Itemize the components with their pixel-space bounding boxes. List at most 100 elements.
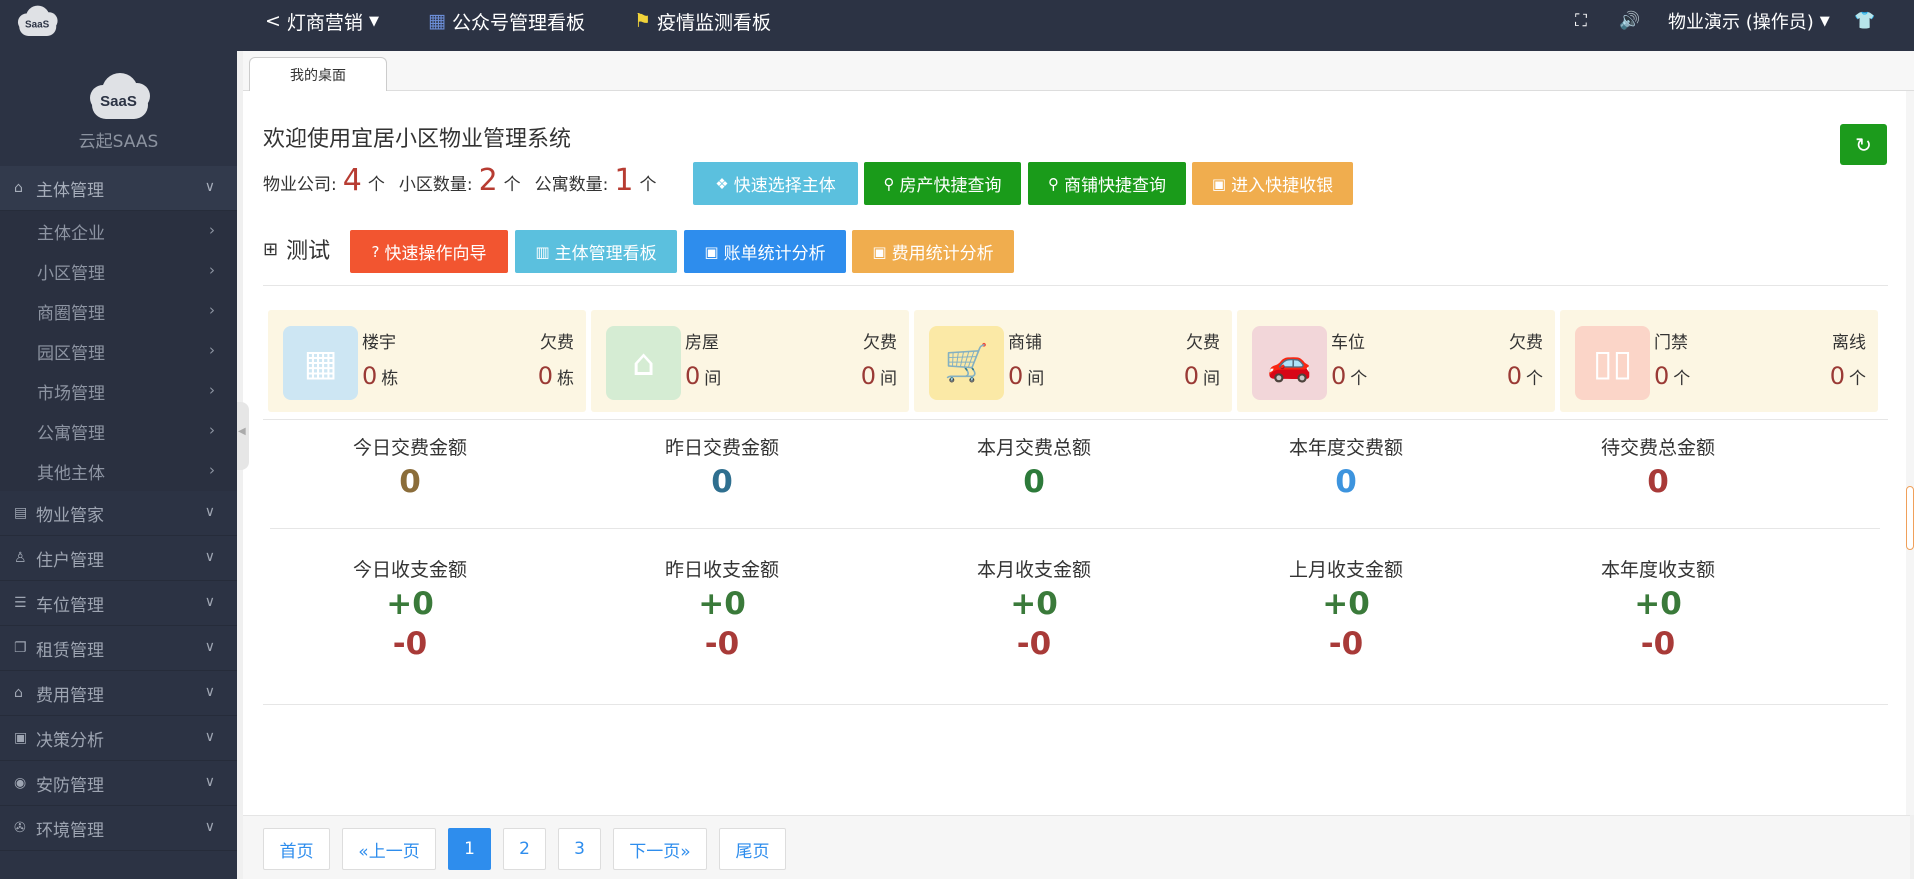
user-icon: ♙ xyxy=(14,550,27,566)
menu-group-label: 物业管家 xyxy=(36,505,104,526)
tab-desktop[interactable]: 我的桌面 xyxy=(249,57,387,91)
chevron-down-icon: ∨ xyxy=(204,684,215,700)
nav-wechat-board[interactable]: ▦ 公众号管理看板 xyxy=(428,0,585,42)
menu-group-butler[interactable]: ▤ 物业管家 ∨ xyxy=(0,491,237,536)
fee-analysis-button[interactable]: ▣ 费用统计分析 xyxy=(852,230,1014,273)
card-right-label: 离线 xyxy=(1832,333,1866,353)
nav-epidemic-board-label: 疫情监测看板 xyxy=(657,11,772,34)
card-right-label: 欠费 xyxy=(1186,333,1220,353)
shop-query-button[interactable]: ⚲ 商铺快捷查询 xyxy=(1028,162,1186,205)
sub-item-apartment[interactable]: 公寓管理 › xyxy=(0,411,237,451)
bill-analysis-button[interactable]: ▣ 账单统计分析 xyxy=(684,230,846,273)
card-right-label: 欠费 xyxy=(540,333,574,353)
house-query-button[interactable]: ⚲ 房产快捷查询 xyxy=(864,162,1021,205)
menu-group-environment[interactable]: ✇ 环境管理 ∨ xyxy=(0,806,237,851)
button-label: 进入快捷收银 xyxy=(1231,176,1334,196)
menu-group-fees[interactable]: ⌂ 费用管理 ∨ xyxy=(0,671,237,716)
user-menu[interactable]: 物业演示 (操作员) ▼ xyxy=(1668,0,1830,42)
page-3[interactable]: 3 xyxy=(558,828,601,870)
speaker-icon[interactable]: 🔊 xyxy=(1619,0,1640,42)
guide-button[interactable]: ? 快速操作向导 xyxy=(350,230,508,273)
page-2[interactable]: 2 xyxy=(503,828,546,870)
sub-item-community[interactable]: 小区管理 › xyxy=(0,251,237,291)
menu-group-security[interactable]: ◉ 安防管理 ∨ xyxy=(0,761,237,806)
door-icon: ▯▯ xyxy=(1575,326,1650,400)
card-label: 商铺 xyxy=(1008,333,1042,353)
card-buildings[interactable]: ▦ 楼宇 欠费 0栋 0栋 xyxy=(268,310,586,412)
menu-group-decision[interactable]: ▣ 决策分析 ∨ xyxy=(0,716,237,761)
menu-group-subject[interactable]: ⌂ 主体管理 ∨ xyxy=(0,166,237,211)
menu-group-label: 租赁管理 xyxy=(36,640,104,661)
search-icon: ⚲ xyxy=(1048,174,1059,193)
book-icon: ▤ xyxy=(14,505,28,521)
scrollbar-thumb[interactable] xyxy=(1906,486,1914,550)
home-icon: ⌂ xyxy=(14,180,23,196)
card-right-label: 欠费 xyxy=(1509,333,1543,353)
payment-metrics: 今日交费金额 0 昨日交费金额 0 本月交费总额 0 本年度交费额 0 待交费总金额 0 xyxy=(254,433,1814,500)
balance-metrics: 今日收支金额 +0 -0 昨日收支金额 +0 -0 本月收支金额 +0 -0 上月收支金额 +… xyxy=(254,555,1814,662)
metric-month-balance: 本月收支金额 +0 -0 xyxy=(976,559,1091,662)
sidebar-collapse-handle[interactable] xyxy=(237,402,249,470)
refresh-button[interactable]: ↻ xyxy=(1840,124,1887,165)
chevron-down-icon: ∨ xyxy=(204,639,215,655)
metric-month-payment: 本月交费总额 0 xyxy=(976,437,1091,500)
cart-icon: 🛒 xyxy=(929,326,1004,400)
page-1[interactable]: 1 xyxy=(448,828,491,870)
page-next[interactable]: 下一页» xyxy=(613,828,707,870)
card-label: 车位 xyxy=(1331,333,1365,353)
button-label: 房产快捷查询 xyxy=(899,176,1002,196)
sub-item-other[interactable]: 其他主体 › xyxy=(0,451,237,491)
sub-item-business-district[interactable]: 商圈管理 › xyxy=(0,291,237,331)
sub-item-park[interactable]: 园区管理 › xyxy=(0,331,237,371)
tab-bar: 我的桌面 xyxy=(243,51,1914,91)
card-parking[interactable]: 🚗 车位 欠费 0个 0个 xyxy=(1237,310,1555,412)
sidebar-brand: SaaS 云起SAAS xyxy=(0,51,237,166)
gamepad-icon: ✇ xyxy=(14,820,26,836)
sub-item-enterprise[interactable]: 主体企业 › xyxy=(0,211,237,251)
truck-icon: ▣ xyxy=(14,730,28,746)
card-houses[interactable]: ⌂ 房屋 欠费 0间 0间 xyxy=(591,310,909,412)
chevron-down-icon: ∨ xyxy=(204,594,215,610)
list-icon: ☰ xyxy=(14,595,27,611)
bar-chart-icon: ▥ xyxy=(535,242,550,261)
communities-count: 2 xyxy=(478,163,498,198)
money-icon: ▣ xyxy=(704,242,719,261)
chevron-down-icon: ∨ xyxy=(204,179,215,195)
button-label: 账单统计分析 xyxy=(723,244,826,264)
cashier-button[interactable]: ▣ 进入快捷收银 xyxy=(1192,162,1353,205)
menu-group-label: 环境管理 xyxy=(36,820,104,841)
page-last[interactable]: 尾页 xyxy=(719,828,786,870)
sub-item-label: 小区管理 xyxy=(37,263,105,284)
nav-epidemic-board[interactable]: ⚑ 疫情监测看板 xyxy=(634,0,771,42)
divider xyxy=(263,704,1888,705)
card-value: 0间 xyxy=(1008,362,1045,390)
copy-icon: ❐ xyxy=(14,640,27,656)
subject-board-button[interactable]: ▥ 主体管理看板 xyxy=(515,230,677,273)
card-shops[interactable]: 🛒 商铺 欠费 0间 0间 xyxy=(914,310,1232,412)
nav-marketing[interactable]: < 灯商营销 ▼ xyxy=(265,0,379,42)
menu-group-residents[interactable]: ♙ 住户管理 ∨ xyxy=(0,536,237,581)
flag-icon: ⚑ xyxy=(634,10,652,32)
page-first[interactable]: 首页 xyxy=(263,828,330,870)
menu-group-parking[interactable]: ☰ 车位管理 ∨ xyxy=(0,581,237,626)
house-icon: ⌂ xyxy=(606,326,681,400)
card-right-value: 0个 xyxy=(1506,362,1543,390)
fullscreen-icon[interactable]: ⛶ xyxy=(1575,0,1587,42)
nav-marketing-label: 灯商营销 xyxy=(286,11,363,34)
vertical-scrollbar[interactable] xyxy=(1906,91,1914,815)
card-value: 0栋 xyxy=(362,362,399,390)
card-value: 0间 xyxy=(685,362,722,390)
card-access-control[interactable]: ▯▯ 门禁 离线 0个 0个 xyxy=(1560,310,1878,412)
theme-icon[interactable]: 👕 xyxy=(1854,0,1875,42)
sub-item-market[interactable]: 市场管理 › xyxy=(0,371,237,411)
chevron-down-icon: ∨ xyxy=(204,549,215,565)
nav-wechat-board-label: 公众号管理看板 xyxy=(451,11,585,34)
brand-name: 云起SAAS xyxy=(78,132,159,152)
user-name: 物业演示 (操作员) xyxy=(1668,12,1814,33)
page-prev[interactable]: «上一页 xyxy=(342,828,436,870)
page-title: 欢迎使用宜居小区物业管理系统 xyxy=(263,127,572,152)
select-subject-button[interactable]: ❖ 快速选择主体 xyxy=(693,162,858,205)
menu-group-rental[interactable]: ❐ 租赁管理 ∨ xyxy=(0,626,237,671)
unit-label: 个 xyxy=(639,175,657,195)
metric-pending-payment: 待交费总金额 0 xyxy=(1600,437,1715,500)
